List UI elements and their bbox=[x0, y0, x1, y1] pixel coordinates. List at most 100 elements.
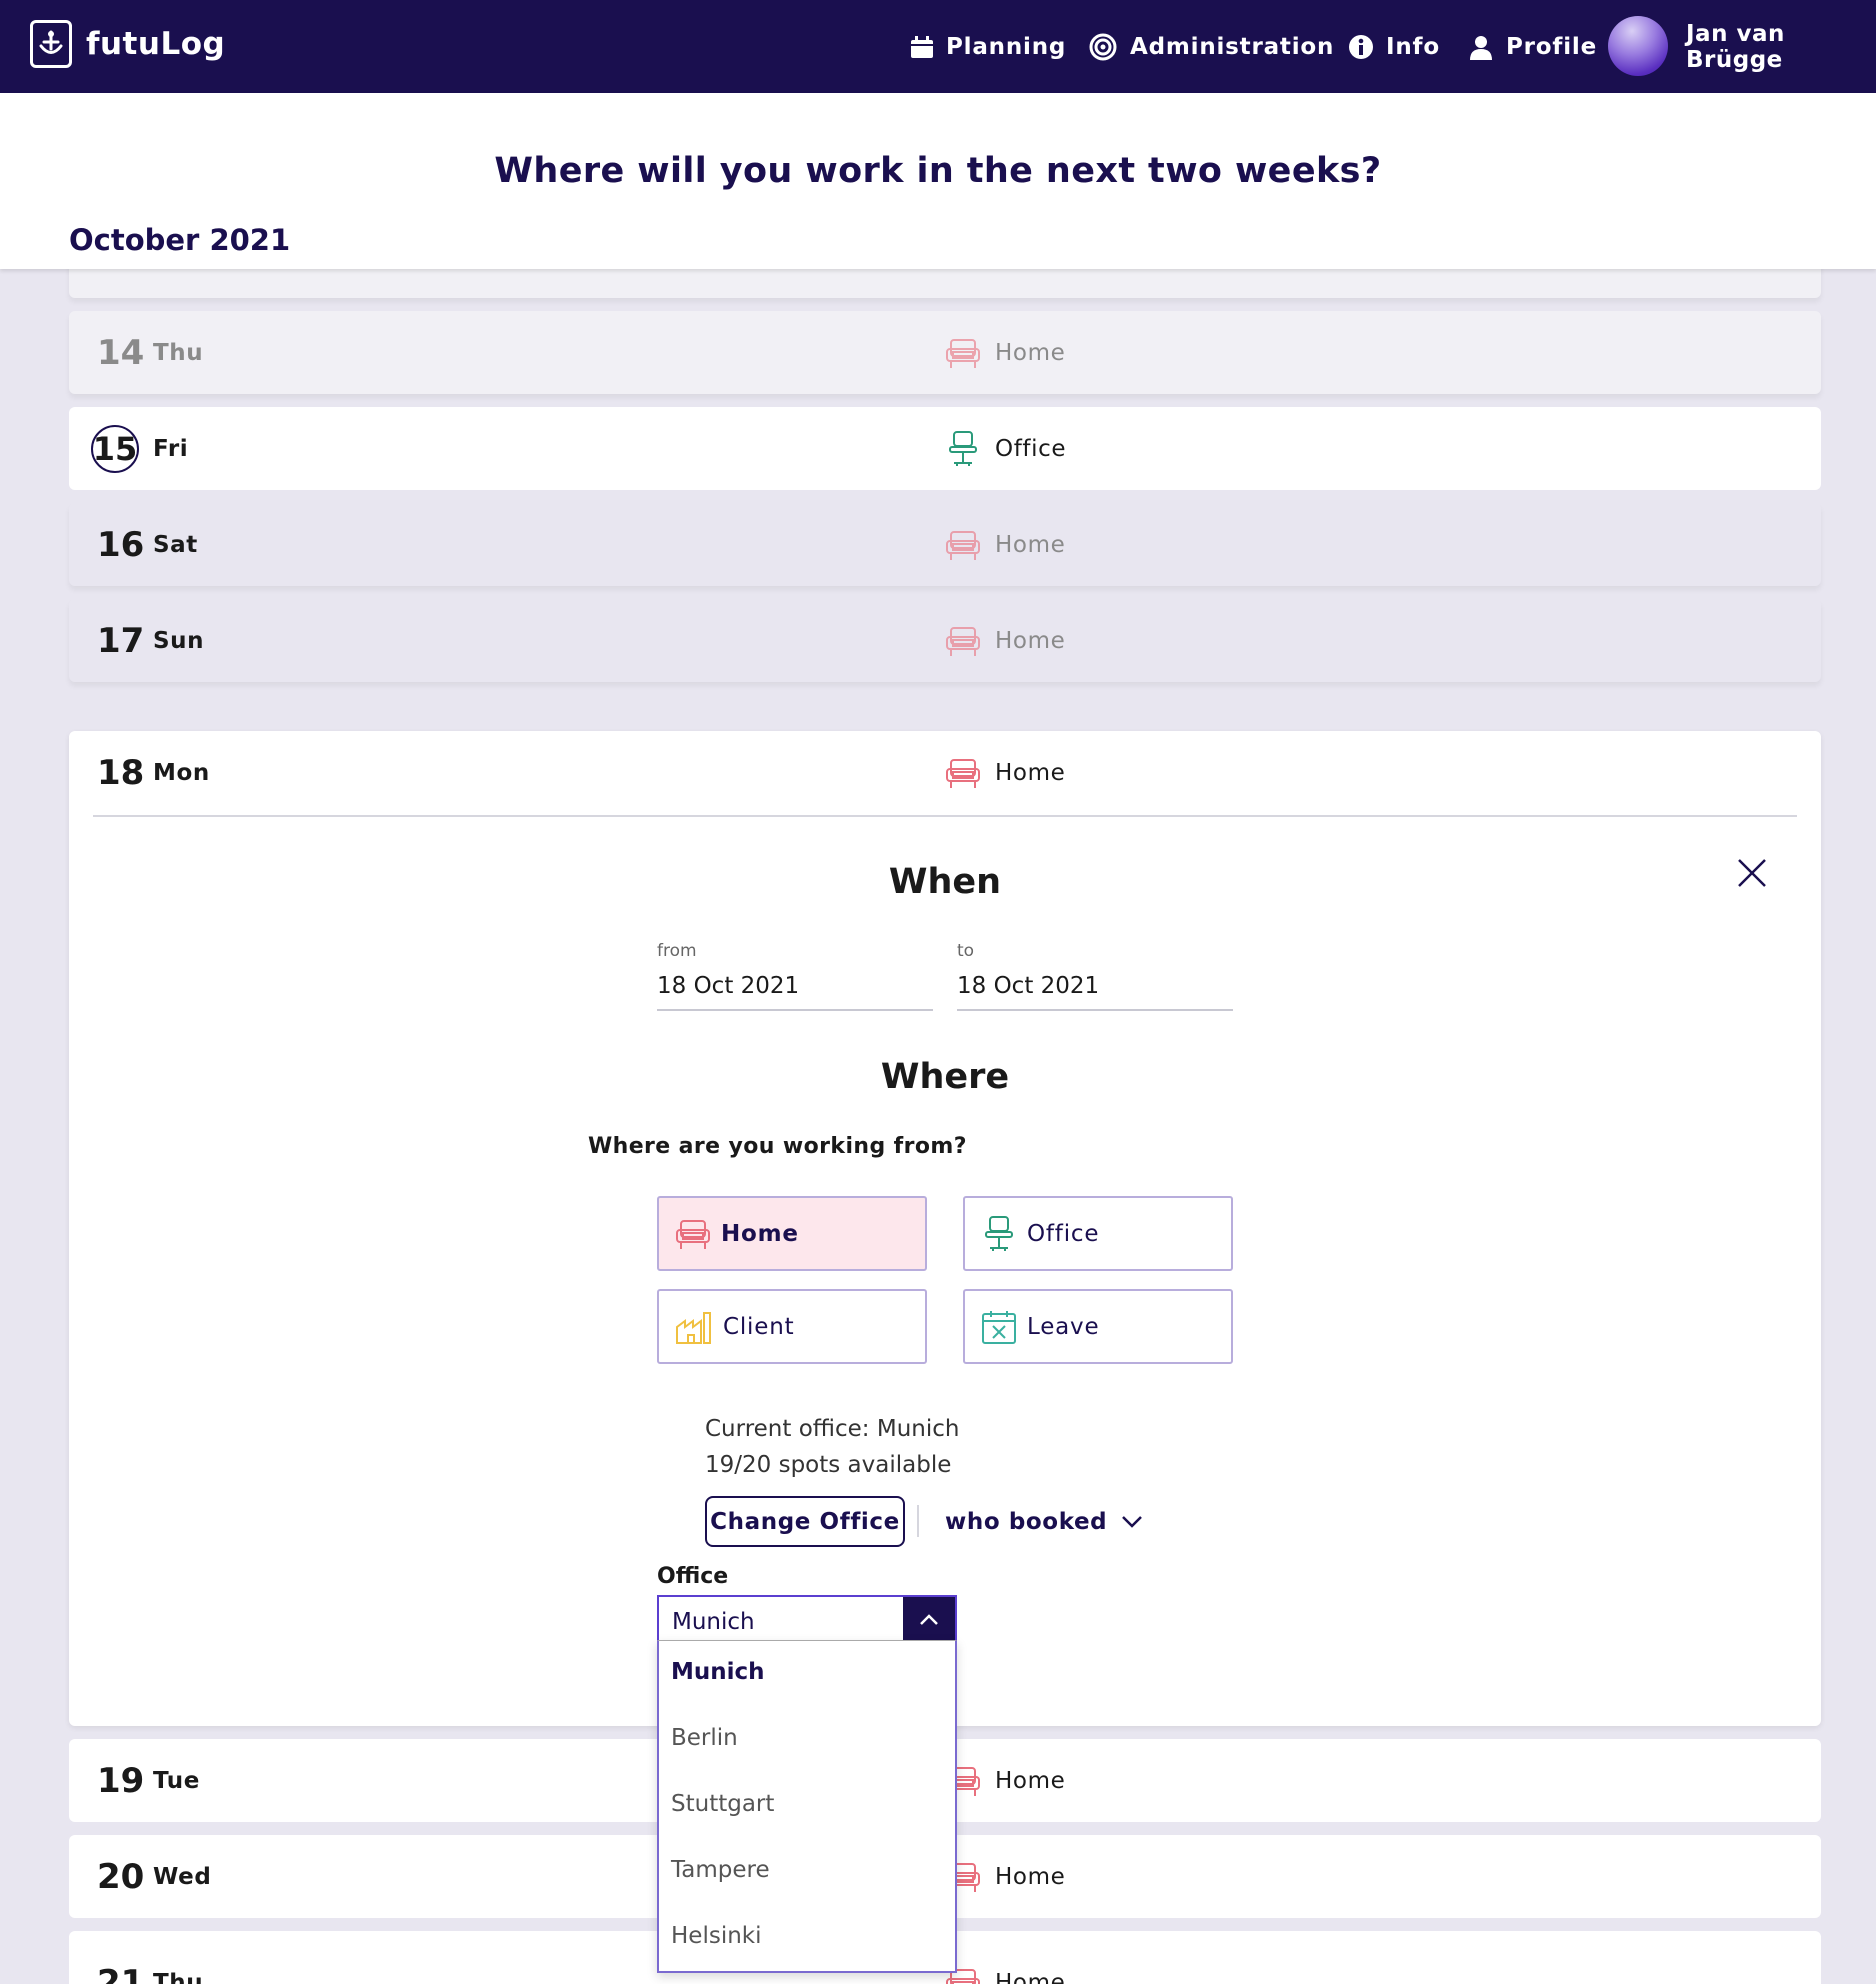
office-select-value: Munich bbox=[672, 1609, 755, 1635]
option-home-button[interactable]: Home bbox=[657, 1196, 927, 1271]
nav-planning-label: Planning bbox=[946, 33, 1067, 60]
day-row[interactable]: 14 Thu Home bbox=[69, 311, 1821, 394]
day-location: Office bbox=[945, 407, 1066, 490]
day-number: 15 bbox=[91, 407, 139, 490]
calendar-icon bbox=[910, 35, 934, 59]
office-chair-icon bbox=[945, 430, 981, 468]
day-number: 16 bbox=[97, 524, 145, 565]
day-location: Home bbox=[945, 1739, 1065, 1822]
nav-profile[interactable]: Profile bbox=[1468, 0, 1597, 93]
chevron-up-icon[interactable] bbox=[903, 1597, 955, 1643]
option-office-label: Office bbox=[1027, 1220, 1100, 1247]
anchor-icon bbox=[30, 20, 72, 68]
nav-administration[interactable]: Administration bbox=[1088, 0, 1334, 93]
target-icon bbox=[1088, 32, 1118, 62]
day-location-label: Home bbox=[995, 627, 1066, 654]
user-name: Jan van Brügge bbox=[1686, 20, 1785, 73]
office-option[interactable]: Munich bbox=[671, 1659, 765, 1685]
day-number: 17 bbox=[97, 620, 145, 661]
day-weekday: Fri bbox=[153, 435, 189, 462]
day-weekday: Sat bbox=[153, 531, 198, 558]
info-icon bbox=[1348, 34, 1374, 60]
day-location: Home bbox=[945, 1835, 1065, 1918]
day-location-label: Home bbox=[995, 339, 1066, 366]
to-label: to bbox=[957, 941, 975, 961]
office-option[interactable]: Berlin bbox=[671, 1725, 738, 1751]
armchair-icon bbox=[945, 335, 981, 371]
day-weekday: Tue bbox=[153, 1767, 200, 1794]
day-row[interactable]: 17 Sun Home bbox=[69, 599, 1821, 682]
option-client-button[interactable]: Client bbox=[657, 1289, 927, 1364]
armchair-icon bbox=[945, 527, 981, 563]
office-option[interactable]: Helsinki bbox=[671, 1923, 762, 1949]
where-question: Where are you working from? bbox=[588, 1134, 967, 1159]
month-label: October 2021 bbox=[69, 223, 291, 257]
day-location-label: Home bbox=[995, 1863, 1066, 1890]
day-weekday: Wed bbox=[153, 1863, 212, 1890]
day-weekday: Thu bbox=[153, 1969, 204, 1984]
day-row-today[interactable]: 15 Fri Office bbox=[69, 407, 1821, 490]
separator bbox=[917, 1505, 919, 1537]
office-chair-icon bbox=[981, 1215, 1017, 1253]
who-booked-label: who booked bbox=[945, 1508, 1108, 1535]
change-office-button[interactable]: Change Office bbox=[705, 1496, 905, 1547]
day-location-label: Home bbox=[995, 531, 1066, 558]
day-number: 19 bbox=[97, 1760, 145, 1801]
spots-available-text: 19/20 spots available bbox=[705, 1452, 952, 1478]
option-client-label: Client bbox=[723, 1313, 795, 1340]
day-location-label: Office bbox=[995, 435, 1067, 462]
factory-icon bbox=[675, 1309, 713, 1345]
option-leave-button[interactable]: Leave bbox=[963, 1289, 1233, 1364]
day-weekday: Sun bbox=[153, 627, 205, 654]
when-title: When bbox=[888, 862, 1002, 902]
avatar[interactable] bbox=[1608, 16, 1668, 76]
nav-profile-label: Profile bbox=[1506, 33, 1597, 60]
day-location-label: Home bbox=[995, 1969, 1066, 1984]
day-number: 14 bbox=[97, 332, 145, 373]
option-home-label: Home bbox=[721, 1220, 799, 1247]
page-title: Where will you work in the next two week… bbox=[494, 151, 1382, 191]
person-icon bbox=[1468, 34, 1494, 60]
day-location: Home bbox=[945, 599, 1065, 682]
from-date-field[interactable]: 18 Oct 2021 bbox=[657, 963, 933, 1011]
option-leave-label: Leave bbox=[1027, 1313, 1100, 1340]
day-location-label: Home bbox=[995, 759, 1066, 786]
office-field-label: Office bbox=[657, 1564, 729, 1589]
office-option[interactable]: Stuttgart bbox=[671, 1791, 774, 1817]
day-weekday: Mon bbox=[153, 759, 210, 786]
nav-info-label: Info bbox=[1386, 33, 1440, 60]
to-date-field[interactable]: 18 Oct 2021 bbox=[957, 963, 1233, 1011]
app-name: futuLog bbox=[86, 26, 226, 62]
day-location: Home bbox=[945, 503, 1065, 586]
from-label: from bbox=[657, 941, 697, 961]
day-number: 20 bbox=[97, 1856, 145, 1897]
option-office-button[interactable]: Office bbox=[963, 1196, 1233, 1271]
chevron-down-icon bbox=[1121, 1515, 1143, 1529]
day-number: 18 bbox=[97, 752, 145, 793]
day-row-expanded[interactable]: 18 Mon Home bbox=[69, 731, 1821, 814]
day-location: Home bbox=[945, 731, 1065, 814]
office-dropdown-list: Munich Berlin Stuttgart Tampere Helsinki bbox=[657, 1640, 957, 1973]
office-option[interactable]: Tampere bbox=[671, 1857, 770, 1883]
armchair-icon bbox=[945, 623, 981, 659]
today-indicator: 15 bbox=[91, 424, 139, 473]
current-office-text: Current office: Munich bbox=[705, 1416, 960, 1442]
day-location: Home bbox=[945, 1941, 1065, 1984]
page-header: Where will you work in the next two week… bbox=[0, 93, 1876, 269]
armchair-icon bbox=[675, 1216, 711, 1252]
day-location-label: Home bbox=[995, 1767, 1066, 1794]
nav-info[interactable]: Info bbox=[1348, 0, 1440, 93]
nav-administration-label: Administration bbox=[1130, 33, 1335, 60]
who-booked-toggle[interactable]: who booked bbox=[945, 1496, 1143, 1547]
day-weekday: Thu bbox=[153, 339, 204, 366]
calendar-cancel-icon bbox=[981, 1309, 1017, 1345]
where-title: Where bbox=[880, 1057, 1010, 1097]
day-row[interactable]: 16 Sat Home bbox=[69, 503, 1821, 586]
office-select[interactable]: Munich bbox=[657, 1595, 957, 1643]
day-number: 21 bbox=[97, 1962, 145, 1984]
nav-planning[interactable]: Planning bbox=[910, 0, 1066, 93]
app-logo[interactable]: futuLog bbox=[30, 20, 225, 68]
day-location: Home bbox=[945, 311, 1065, 394]
top-navbar: futuLog Planning Administration Info Pro… bbox=[0, 0, 1876, 93]
panel-divider bbox=[93, 815, 1797, 817]
